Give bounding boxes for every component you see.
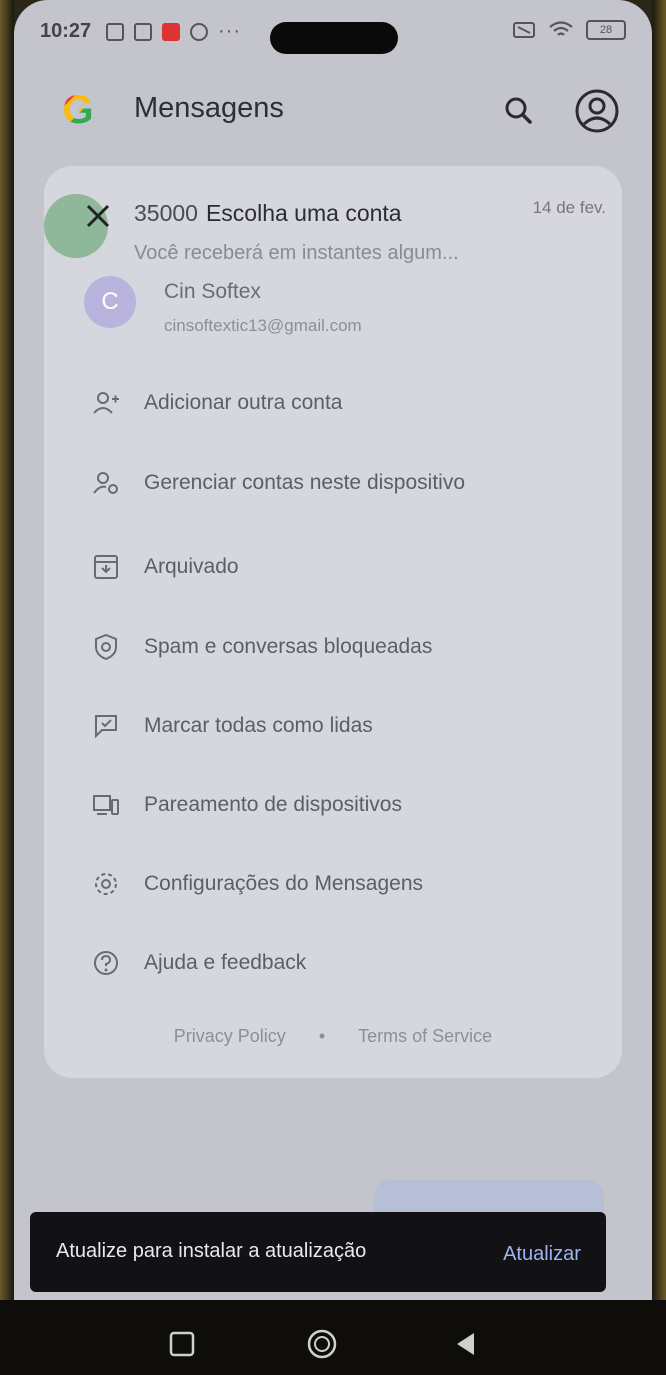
menu-item-settings[interactable]: Configurações do Mensagens xyxy=(92,859,423,909)
footer-separator: • xyxy=(318,1026,326,1046)
menu-item-archived[interactable]: Arquivado xyxy=(92,542,239,592)
menu-item-label: Arquivado xyxy=(144,555,239,578)
menu-item-mark-read[interactable]: Marcar todas como lidas xyxy=(92,701,373,751)
back-icon xyxy=(457,1333,474,1355)
devices-icon xyxy=(92,791,120,819)
menu-item-label: Spam e conversas bloqueadas xyxy=(144,635,433,658)
recents-button[interactable] xyxy=(162,1324,202,1364)
account-menu-dialog: 35000 Escolha uma conta 14 de fev. Você r… xyxy=(44,166,622,1078)
phone-edge-left xyxy=(0,0,14,1375)
search-icon xyxy=(505,97,532,124)
mail-app-icon xyxy=(162,22,180,41)
add-person-icon xyxy=(92,389,120,417)
dialog-title: Escolha uma conta xyxy=(205,200,402,226)
camera-notch xyxy=(270,22,398,54)
home-icon xyxy=(307,1329,337,1359)
help-icon xyxy=(92,949,120,977)
account-name: Cin Softex xyxy=(164,280,261,303)
home-button[interactable] xyxy=(302,1324,342,1364)
menu-item-spam[interactable]: Spam e conversas bloqueadas xyxy=(92,622,432,672)
app-bar: G Mensagens xyxy=(14,70,652,150)
close-icon xyxy=(86,204,110,228)
status-time: 10:27 xyxy=(40,20,92,42)
dialog-header: 35000 Escolha uma conta xyxy=(134,200,402,227)
account-button[interactable] xyxy=(570,84,624,138)
recents-icon xyxy=(169,1331,195,1357)
update-button[interactable]: Atualizar xyxy=(480,1232,604,1276)
status-bar: 10:27 ··· 28 xyxy=(14,0,652,60)
menu-item-label: Adicionar outra conta xyxy=(144,391,343,414)
status-system-icons: 28 xyxy=(512,20,626,40)
message-number: 35000 xyxy=(134,200,198,226)
message-date: 14 de fev. xyxy=(532,198,606,217)
menu-item-device-pairing[interactable]: Pareamento de dispositivos xyxy=(92,780,402,830)
menu-item-label: Configurações do Mensagens xyxy=(144,872,424,895)
phone-edge-right xyxy=(652,0,666,1375)
archive-icon xyxy=(92,553,120,581)
screen: 10:27 ··· 28 G Mensagens 35000 Escolha u… xyxy=(14,0,652,1300)
dialog-footer: Privacy Policy • Terms of Service xyxy=(44,1026,622,1047)
current-account[interactable]: C Cin Softex cinsoftextic13@gmail.com xyxy=(84,276,604,346)
menu-item-help[interactable]: Ajuda e feedback xyxy=(92,938,306,988)
shield-icon xyxy=(92,633,120,661)
close-button[interactable] xyxy=(78,196,118,236)
snackbar-message: Atualize para instalar a atualização xyxy=(56,1240,367,1262)
menu-item-label: Ajuda e feedback xyxy=(144,951,307,974)
status-notification-icons: ··· xyxy=(106,20,241,43)
phone-frame: 10:27 ··· 28 G Mensagens 35000 Escolha u… xyxy=(0,0,666,1375)
menu-item-manage-accounts[interactable]: Gerenciar contas neste dispositivo xyxy=(92,458,465,508)
settings-notif-icon xyxy=(190,22,208,41)
gear-icon xyxy=(92,870,120,898)
mark-read-icon xyxy=(92,712,120,740)
wifi-icon xyxy=(549,21,573,36)
no-sim-icon xyxy=(513,22,535,38)
account-email: cinsoftextic13@gmail.com xyxy=(164,316,362,335)
menu-item-label: Marcar todas como lidas xyxy=(144,714,373,737)
privacy-policy-link[interactable]: Privacy Policy xyxy=(174,1026,286,1046)
account-circle-icon xyxy=(575,89,619,133)
message-preview: Você receberá em instantes algum... xyxy=(134,242,459,264)
menu-item-label: Pareamento de dispositivos xyxy=(144,793,402,816)
menu-item-label: Gerenciar contas neste dispositivo xyxy=(144,471,465,494)
search-button[interactable] xyxy=(496,88,542,134)
update-snackbar: Atualize para instalar a atualização Atu… xyxy=(30,1212,606,1292)
manage-accounts-icon xyxy=(92,469,120,497)
more-notifications-icon: ··· xyxy=(218,20,241,42)
account-avatar[interactable]: C xyxy=(84,276,136,328)
back-button[interactable] xyxy=(446,1324,486,1364)
nfc-icon xyxy=(106,22,124,41)
terms-of-service-link[interactable]: Terms of Service xyxy=(358,1026,492,1046)
sim-icon xyxy=(134,22,152,41)
system-navigation-bar xyxy=(0,1300,666,1375)
google-logo-icon[interactable]: G xyxy=(56,88,100,132)
app-title: Mensagens xyxy=(134,92,284,124)
menu-item-add-account[interactable]: Adicionar outra conta xyxy=(92,378,342,428)
battery-icon: 28 xyxy=(586,20,626,40)
